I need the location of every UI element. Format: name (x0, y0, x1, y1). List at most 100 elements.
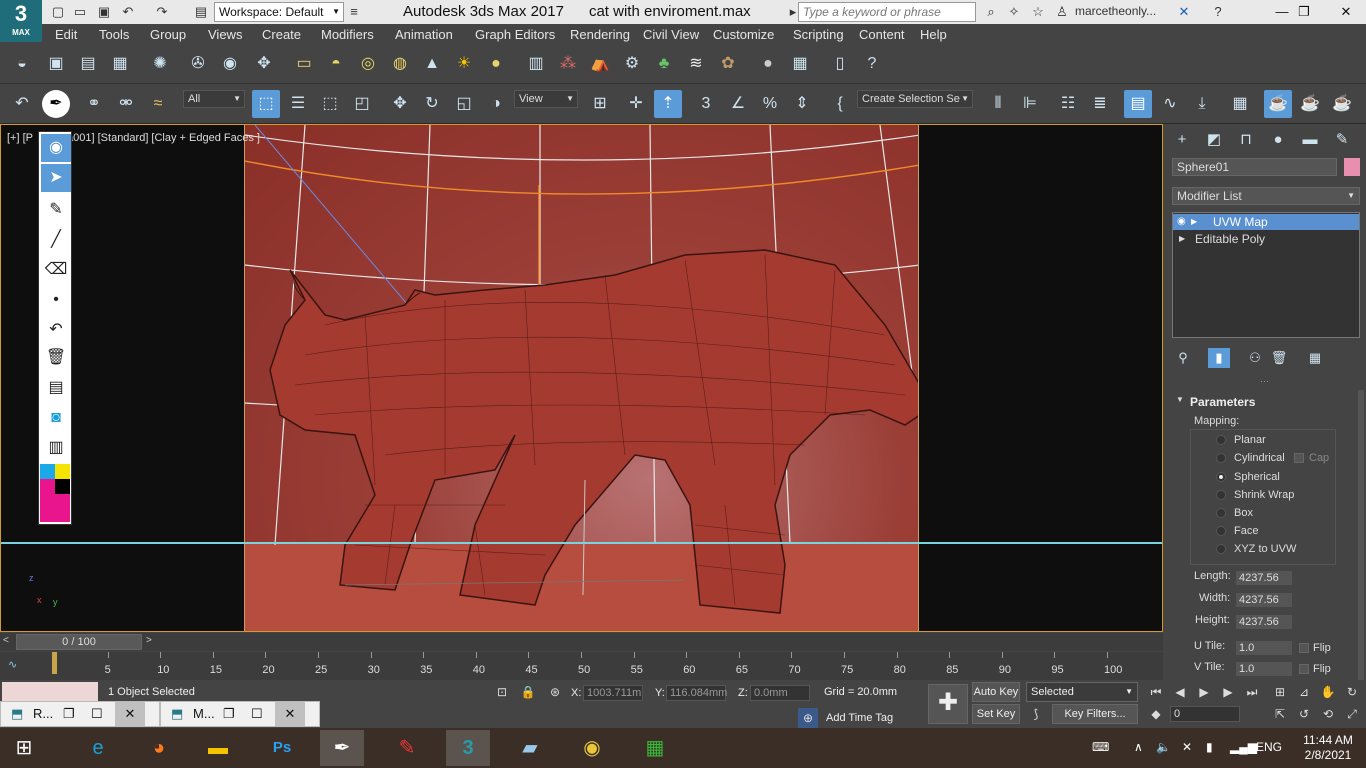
search-input[interactable]: Type a keyword or phrase (798, 2, 976, 22)
eye-icon[interactable]: ◉ (1177, 214, 1186, 230)
panel-divider-grip[interactable]: ⋯ (1260, 376, 1269, 387)
light-bulb-icon[interactable]: ✺ (146, 50, 174, 78)
notepad-icon[interactable]: ▰ (508, 730, 552, 766)
move-icon[interactable]: ✥ (386, 90, 414, 118)
option-spherical[interactable]: Spherical (1234, 471, 1280, 483)
minimized-window-1[interactable]: ⬒ R... ❐ ☐ ✕ (0, 701, 160, 727)
open-file-icon[interactable]: ▭ (72, 4, 88, 20)
panel-scrollbar[interactable] (1358, 390, 1364, 680)
menu-views[interactable]: Views (208, 27, 242, 42)
v-tile-spinner[interactable]: 1.0 (1236, 662, 1292, 676)
truck-camera-icon[interactable]: ✋ (1318, 682, 1338, 702)
menu-edit[interactable]: Edit (55, 27, 77, 42)
menu-rendering[interactable]: Rendering (570, 27, 630, 42)
render-setup-icon[interactable]: ▯ (826, 50, 854, 78)
go-to-end-icon[interactable]: ⏭ (1242, 682, 1262, 702)
go-to-start-icon[interactable]: ⏮ (1146, 682, 1166, 702)
redo-icon[interactable]: ↷ (154, 4, 170, 20)
named-selection-set-dropdown[interactable]: Create Selection Se ▼ (857, 90, 973, 108)
option-face[interactable]: Face (1234, 525, 1258, 537)
unlink-icon[interactable]: ⚮ (112, 90, 140, 118)
radio-face[interactable] (1216, 526, 1226, 536)
option-box[interactable]: Box (1234, 507, 1253, 519)
x-coordinate-field[interactable]: 1003.711m (583, 685, 643, 701)
app-logo[interactable]: 3 MAX (0, 0, 42, 42)
option-xyz-to-uvw[interactable]: XYZ to UVW (1234, 543, 1296, 555)
option-planar[interactable]: Planar (1234, 434, 1266, 446)
object-name-field[interactable]: Sphere01 (1172, 158, 1337, 176)
z-coordinate-field[interactable]: 0.0mm (750, 685, 810, 701)
firefox-icon[interactable]: ◕ (137, 730, 181, 766)
edit-named-selection-icon[interactable]: { (826, 90, 854, 118)
key-tangent-icon[interactable]: ⟆ (1026, 704, 1046, 724)
maximize-icon[interactable]: ☐ (91, 702, 103, 726)
time-slider-thumb[interactable]: 0 / 100 (16, 634, 142, 650)
eye-icon[interactable]: ◉ (41, 134, 71, 162)
link-icon[interactable]: ⚭ (80, 90, 108, 118)
user-name[interactable]: marcetheonly... (1075, 4, 1156, 18)
scale-icon[interactable]: ◱ (450, 90, 478, 118)
v-flip-checkbox[interactable] (1299, 664, 1309, 674)
close-icon[interactable]: ✕ (115, 702, 145, 726)
pen-tool-icon[interactable]: ✒ (42, 90, 70, 118)
clipboard-icon[interactable]: ▥ (41, 434, 71, 462)
menu-help[interactable]: Help (920, 27, 947, 42)
time-slider[interactable]: < 0 / 100 > (0, 633, 1163, 651)
stack-item-uvw-map[interactable]: ◉ ▶ UVW Map (1173, 214, 1359, 230)
viewport-camera[interactable]: [+] [P hera001] [Standard] [Clay + Edged… (0, 124, 1163, 730)
roll-camera-icon[interactable]: ↺ (1294, 704, 1314, 724)
motion-tab-icon[interactable]: ● (1264, 128, 1292, 152)
orbit-camera-icon[interactable]: ↻ (1342, 682, 1362, 702)
menu-scripting[interactable]: Scripting (793, 27, 844, 42)
walk-through-icon[interactable]: ⟲ (1318, 704, 1338, 724)
stack-item-editable-poly[interactable]: ▶ Editable Poly (1173, 231, 1359, 247)
next-frame-icon[interactable]: > (146, 635, 152, 646)
hair-fur-icon[interactable]: ≋ (682, 50, 710, 78)
menu-content[interactable]: Content (859, 27, 905, 42)
minimized-window-2[interactable]: ⬒ M... ❐ ☐ ✕ (160, 701, 320, 727)
binoculars-icon[interactable]: ⌕ (983, 4, 999, 20)
menu-create[interactable]: Create (262, 27, 301, 42)
set-key-big-icon[interactable]: ✚ (928, 684, 968, 724)
selection-filter-dropdown[interactable]: All ▼ (183, 90, 245, 108)
sphere-light-icon[interactable]: ● (482, 50, 510, 78)
radio-xyz-to-uvw[interactable] (1216, 544, 1226, 554)
spinner-snap-icon[interactable]: ⇕ (788, 90, 816, 118)
screenshot-camera-icon[interactable]: ◙ (41, 404, 71, 432)
select-manipulate-icon[interactable]: ✛ (622, 90, 650, 118)
mirror-icon[interactable]: ⫴ (984, 90, 1012, 118)
snaps-toggle-icon[interactable]: 3 (692, 90, 720, 118)
eraser-icon[interactable]: ⌫ (41, 256, 71, 284)
object-color-swatch[interactable] (1344, 158, 1360, 176)
previous-key-icon[interactable]: ◀ (1170, 682, 1190, 702)
radio-spherical[interactable] (1216, 472, 1226, 482)
keyboard-shortcut-toggle-icon[interactable]: ⇡ (654, 90, 682, 118)
expand-arrow-icon[interactable]: ▶ (1191, 214, 1197, 230)
windows-start-icon[interactable]: ⊞ (2, 730, 46, 766)
pen-app-icon[interactable]: ✒ (320, 730, 364, 766)
schematic-view-icon[interactable]: ⤓ (1188, 90, 1216, 118)
ribbon-toggle-icon[interactable]: ▤ (1124, 90, 1152, 118)
previous-frame-icon[interactable]: < (3, 635, 9, 646)
volume-icon[interactable]: 🔈 (1156, 740, 1171, 754)
file-explorer-icon[interactable]: ▬ (196, 730, 240, 766)
exchange-apps-icon[interactable]: ✕ (1176, 4, 1192, 20)
clock[interactable]: 11:44 AM 2/8/2021 (1298, 733, 1358, 763)
new-file-icon[interactable]: ▢ (50, 4, 66, 20)
u-flip-checkbox[interactable] (1299, 643, 1309, 653)
play-icon[interactable]: ▶ (1194, 682, 1214, 702)
maximize-viewport-icon[interactable]: ⤢ (1342, 704, 1362, 724)
battery-icon[interactable]: ▮ (1206, 740, 1213, 754)
viewport-label-camera[interactable]: hera001] [Standard] [Clay + Edged Faces … (51, 132, 260, 144)
menu-animation[interactable]: Animation (395, 27, 453, 42)
isolate-selection-icon[interactable]: ⊡ (492, 682, 512, 702)
dot-size-icon[interactable]: • (41, 286, 71, 314)
show-end-result-icon[interactable]: ▮ (1208, 348, 1230, 368)
close-icon[interactable]: ✕ (275, 702, 305, 726)
make-unique-icon[interactable]: ⚇ (1244, 348, 1266, 368)
current-color-swatch[interactable] (40, 494, 70, 522)
photoshop-icon[interactable]: Ps (260, 730, 304, 766)
length-spinner[interactable]: 4237.56 (1236, 571, 1292, 585)
signal-icon[interactable]: ▂▄▆ (1230, 740, 1257, 754)
configure-sets-icon[interactable]: ▦ (1304, 348, 1326, 368)
